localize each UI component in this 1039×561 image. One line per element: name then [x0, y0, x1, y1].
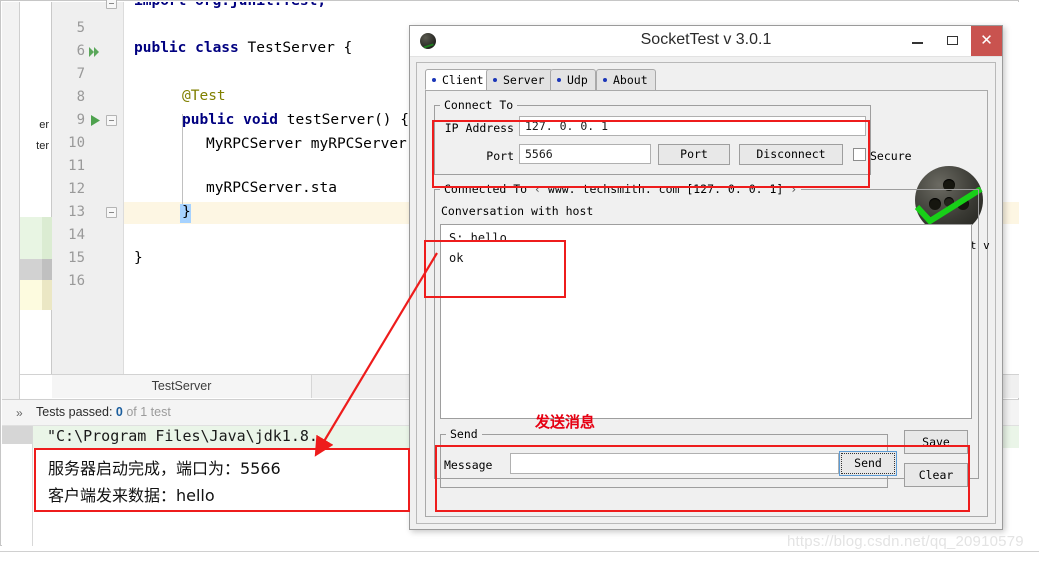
code-fold-icon[interactable]: [106, 115, 117, 126]
watermark-text: https://blog.csdn.net/qq_20910579: [787, 533, 1024, 550]
code-line-call: myRPCServer.sta: [206, 180, 337, 196]
annotation-box-connect-to: [432, 120, 870, 188]
line-number: 6: [76, 43, 85, 59]
tab-udp[interactable]: Udp: [550, 69, 596, 90]
line-number: 10: [68, 135, 85, 151]
tab-label: Udp: [567, 73, 588, 87]
tab-bullet-icon: [603, 78, 607, 82]
line-number: 8: [76, 89, 85, 105]
tab-row-spacer: [20, 375, 52, 398]
annotation-box-send: [435, 445, 970, 512]
annotation-send-message-note: 发送消息: [535, 413, 596, 431]
connect-to-group-label: Connect To: [440, 98, 518, 112]
annotation-console-line-2: 客户端发来数据：hello: [48, 486, 215, 505]
tab-client[interactable]: Client: [425, 69, 492, 90]
marker-green-dark: [42, 217, 52, 259]
code-line-decl: MyRPCServer myRPCServer: [206, 136, 407, 152]
conversation-label: Conversation with host: [441, 204, 594, 218]
secure-label: Secure: [870, 149, 912, 163]
line-number: 9: [76, 112, 85, 128]
project-pane[interactable]: er ter: [20, 2, 52, 374]
line-number: 12: [68, 181, 85, 197]
tab-label: Client: [442, 73, 484, 87]
close-button[interactable]: ✕: [971, 26, 1002, 56]
send-group-label: Send: [446, 427, 482, 441]
console-line-command: "C:\Program Files\Java\jdk1.8.: [47, 427, 318, 445]
editor-gutter[interactable]: 5 6 7 8 9 10 11 12 13 14 15 16: [52, 0, 124, 374]
code-line-class: public class TestServer {: [134, 40, 353, 56]
tab-server[interactable]: Server: [486, 69, 553, 90]
code-fold-icon[interactable]: [106, 0, 117, 9]
tab-about[interactable]: About: [596, 69, 656, 90]
marker-yellow-dark: [42, 280, 52, 310]
annotation-console-line-1: 服务器启动完成，端口为：5566: [48, 459, 281, 478]
code-line-class-close: }: [134, 250, 143, 266]
code-line-annotation: @Test: [182, 88, 226, 104]
tab-bullet-icon: [557, 78, 561, 82]
tests-passed-count: 0: [115, 405, 123, 419]
line-number: 15: [68, 250, 85, 266]
line-number: 13: [68, 204, 85, 220]
tests-passed-status: Tests passed: 0 of 1 test: [36, 405, 171, 419]
maximize-button[interactable]: [935, 26, 971, 56]
code-text: import org.junit.Test;: [134, 2, 326, 9]
tab-bullet-icon: [493, 78, 497, 82]
tab-bullet-icon: [432, 78, 436, 82]
minimize-button[interactable]: [899, 26, 935, 56]
tests-passed-label: Tests passed:: [36, 405, 116, 419]
code-line-close-brace: }: [182, 204, 191, 220]
sockettest-title-bar[interactable]: SocketTest v 3.0.1 ✕: [410, 26, 1002, 57]
line-number: 7: [76, 66, 85, 82]
line-number: 14: [68, 227, 85, 243]
editor-tab-testserver[interactable]: TestServer: [52, 375, 312, 398]
tests-total-label: of 1 test: [122, 405, 171, 419]
marker-gray-dark: [42, 259, 52, 280]
project-item[interactable]: er: [39, 119, 49, 131]
editor-marker-strip: [20, 217, 52, 312]
code-line-import: import org.junit.Test;: [134, 2, 326, 9]
indent-guide: [182, 114, 183, 210]
expand-chevron-icon[interactable]: »: [16, 406, 23, 420]
code-fold-icon[interactable]: [106, 207, 117, 218]
code-line-method: public void testServer() {: [182, 112, 409, 128]
tab-label: Server: [503, 73, 545, 87]
console-gutter-marker: [2, 426, 32, 444]
line-number: 11: [68, 158, 85, 174]
screenshot-root: er ter 5 6 7 8 9 10 11 12 13 14 15 16 pu…: [0, 0, 1039, 561]
tab-label: About: [613, 73, 648, 87]
line-number: 5: [76, 20, 85, 36]
annotation-box-conversation: [424, 240, 566, 298]
run-all-tests-icon[interactable]: [88, 45, 102, 59]
close-icon: ✕: [980, 32, 993, 49]
project-item[interactable]: ter: [36, 140, 49, 152]
console-gutter: [2, 426, 32, 546]
run-test-icon[interactable]: [90, 114, 102, 127]
line-number: 16: [68, 273, 85, 289]
